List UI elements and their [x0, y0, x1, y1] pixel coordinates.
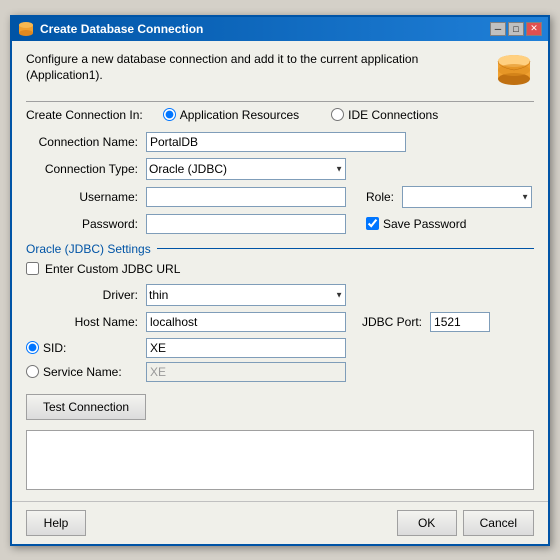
jdbc-port-label: JDBC Port:: [362, 315, 422, 329]
role-select[interactable]: [402, 186, 532, 208]
dialog-content: Configure a new database connection and …: [12, 41, 548, 501]
oracle-settings-section-title: Oracle (JDBC) Settings: [26, 242, 534, 256]
service-input[interactable]: [146, 362, 346, 382]
save-password-area: Save Password: [366, 217, 466, 231]
sid-radio[interactable]: [26, 341, 39, 354]
create-connection-label: Create Connection In:: [26, 108, 143, 122]
driver-label: Driver:: [26, 288, 146, 302]
title-text: Create Database Connection: [40, 22, 203, 36]
custom-jdbc-row: Enter Custom JDBC URL: [26, 262, 534, 276]
host-port-row: Host Name: JDBC Port:: [26, 312, 534, 332]
driver-select[interactable]: thin oci oci8: [146, 284, 346, 306]
minimize-button[interactable]: ─: [490, 22, 506, 36]
dialog-window: Create Database Connection ─ □ ✕ Configu…: [10, 15, 550, 546]
password-label: Password:: [26, 217, 146, 231]
role-row: Role:: [366, 186, 534, 208]
role-label: Role:: [366, 190, 394, 204]
password-input[interactable]: [146, 214, 346, 234]
ok-cancel-area: OK Cancel: [397, 510, 534, 536]
connection-type-select[interactable]: Oracle (JDBC) MySQL PostgreSQL: [146, 158, 346, 180]
sid-label: SID:: [43, 341, 66, 355]
connection-type-row: Connection Type: Oracle (JDBC) MySQL Pos…: [26, 158, 534, 180]
username-label: Username:: [26, 190, 146, 204]
host-label: Host Name:: [26, 315, 146, 329]
database-icon: [494, 51, 534, 91]
bottom-bar: Help OK Cancel: [12, 501, 548, 544]
test-area: Test Connection: [26, 394, 534, 420]
sid-option[interactable]: SID:: [26, 341, 146, 355]
service-row: Service Name:: [26, 362, 534, 382]
username-role-row: Username: Role:: [26, 186, 534, 208]
connection-name-input[interactable]: [146, 132, 406, 152]
role-wrapper: [402, 186, 532, 208]
custom-jdbc-label: Enter Custom JDBC URL: [45, 262, 180, 276]
app-resources-option[interactable]: Application Resources: [163, 108, 299, 122]
service-label: Service Name:: [43, 365, 122, 379]
custom-jdbc-checkbox[interactable]: [26, 262, 39, 275]
test-connection-button[interactable]: Test Connection: [26, 394, 146, 420]
ok-button[interactable]: OK: [397, 510, 457, 536]
jdbc-port-input[interactable]: [430, 312, 490, 332]
username-input[interactable]: [146, 187, 346, 207]
app-resources-radio[interactable]: [163, 108, 176, 121]
sid-input[interactable]: [146, 338, 346, 358]
ide-connections-label: IDE Connections: [348, 108, 438, 122]
title-icon: [18, 21, 34, 37]
sid-row: SID:: [26, 338, 534, 358]
driver-wrapper: thin oci oci8: [146, 284, 346, 306]
connection-name-label: Connection Name:: [26, 135, 146, 149]
title-bar: Create Database Connection ─ □ ✕: [12, 17, 548, 41]
top-separator: [26, 101, 534, 102]
close-button[interactable]: ✕: [526, 22, 542, 36]
ide-connections-radio[interactable]: [331, 108, 344, 121]
description-row: Configure a new database connection and …: [26, 51, 534, 91]
create-connection-row: Create Connection In: Application Resour…: [26, 108, 534, 122]
cancel-button[interactable]: Cancel: [463, 510, 534, 536]
connection-name-row: Connection Name:: [26, 132, 534, 152]
password-row: Password: Save Password: [26, 214, 534, 234]
title-bar-left: Create Database Connection: [18, 21, 203, 37]
service-option[interactable]: Service Name:: [26, 365, 146, 379]
save-password-label: Save Password: [383, 217, 466, 231]
connection-type-label: Connection Type:: [26, 162, 146, 176]
save-password-checkbox[interactable]: [366, 217, 379, 230]
maximize-button[interactable]: □: [508, 22, 524, 36]
service-radio[interactable]: [26, 365, 39, 378]
log-area[interactable]: [26, 430, 534, 490]
driver-row: Driver: thin oci oci8: [26, 284, 534, 306]
host-input[interactable]: [146, 312, 346, 332]
title-controls: ─ □ ✕: [490, 22, 542, 36]
connection-type-wrapper: Oracle (JDBC) MySQL PostgreSQL: [146, 158, 346, 180]
help-button[interactable]: Help: [26, 510, 86, 536]
ide-connections-option[interactable]: IDE Connections: [331, 108, 438, 122]
app-resources-label: Application Resources: [180, 108, 299, 122]
description-text: Configure a new database connection and …: [26, 51, 484, 85]
